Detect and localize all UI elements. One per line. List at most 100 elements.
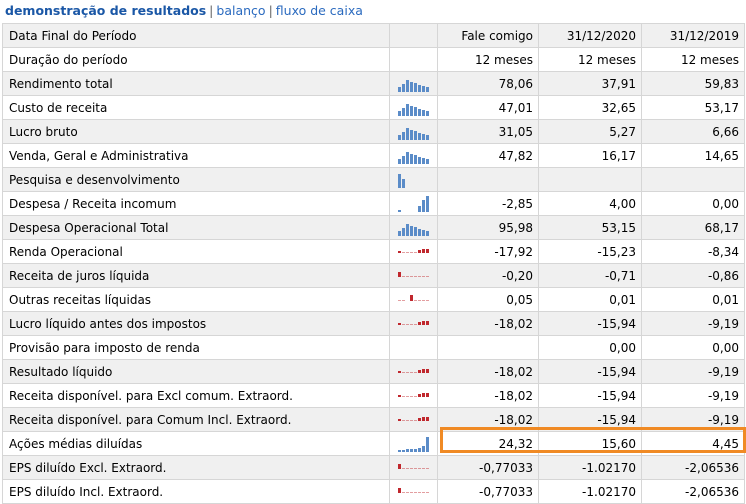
sparkline-bar <box>414 491 417 493</box>
value-cell: 12 meses <box>538 47 642 72</box>
sparkline-bar <box>410 323 413 325</box>
sparkline-bar <box>402 371 405 373</box>
column-header-current: Fale comigo <box>437 23 539 48</box>
sparkline-bar <box>418 108 421 116</box>
value-cell: 37,91 <box>538 71 642 96</box>
sparkline-chart-icon[interactable] <box>389 455 438 480</box>
tab-cash-flow[interactable]: fluxo de caixa <box>276 3 363 18</box>
table-row: Receita de juros líquida -0,20 -0,71 -0,86 <box>2 263 745 288</box>
sparkline-chart-icon[interactable] <box>389 287 438 312</box>
tab-income-statement[interactable]: demonstração de resultados <box>5 3 206 18</box>
sparkline-bar <box>398 487 401 493</box>
value-cell: -2,85 <box>437 191 539 216</box>
value-cell: 53,17 <box>641 95 745 120</box>
value-cell <box>437 167 539 192</box>
sparkline-bar <box>414 251 417 253</box>
row-label: Despesa / Receita incomum <box>2 191 390 216</box>
sparkline-bar <box>398 173 401 188</box>
table-row: Venda, Geral e Administrativa 47,82 16,17 1… <box>2 143 745 168</box>
sparkline-bar <box>414 275 417 277</box>
sparkline-chart-icon[interactable] <box>389 263 438 288</box>
tab-balance-sheet[interactable]: balanço <box>216 3 265 18</box>
sparkline-bar <box>426 248 429 253</box>
sparkline-bar <box>406 79 409 92</box>
table-row: Receita disponível. para Excl comum. Ext… <box>2 383 745 408</box>
sparkline-bar <box>418 369 421 373</box>
sparkline-chart-icon[interactable] <box>389 191 438 216</box>
row-label: EPS diluído Incl. Extraord. <box>2 479 390 504</box>
sparkline-bar <box>398 86 401 92</box>
tab-separator: | <box>268 3 273 18</box>
table-row: Custo de receita 47,01 32,65 53,17 <box>2 95 745 120</box>
sparkline-bar <box>406 448 409 452</box>
sparkline-chart-icon[interactable] <box>389 383 438 408</box>
sparkline-bar <box>426 110 429 116</box>
value-cell: 15,60 <box>538 431 642 456</box>
sparkline-chart-icon[interactable] <box>389 407 438 432</box>
value-cell: -9,19 <box>641 359 745 384</box>
header-row: Data Final do Período Fale comigo 31/12/… <box>2 23 745 48</box>
sparkline-chart-icon[interactable] <box>389 167 438 192</box>
statement-tabs: demonstração de resultados | balanço | fluxo… <box>0 0 746 22</box>
sparkline-bar <box>406 419 409 421</box>
value-cell <box>641 167 745 192</box>
sparkline-bar <box>402 275 405 277</box>
sparkline-bar <box>410 225 413 236</box>
sparkline-bar <box>418 447 421 452</box>
sparkline-bar <box>422 199 425 212</box>
value-cell: 47,82 <box>437 143 539 168</box>
sparkline-chart-icon[interactable] <box>389 335 438 360</box>
sparkline-bar <box>410 153 413 164</box>
value-cell <box>437 335 539 360</box>
sparkline-bar <box>414 154 417 164</box>
chart-column-header <box>389 23 438 48</box>
sparkline-bar <box>426 86 429 92</box>
sparkline-bar <box>422 368 425 373</box>
value-cell: -18,02 <box>437 311 539 336</box>
sparkline-bar <box>402 467 405 469</box>
period-end-header: Data Final do Período <box>2 23 390 48</box>
value-cell: 4,00 <box>538 191 642 216</box>
sparkline-bar <box>398 271 401 277</box>
value-cell: -18,02 <box>437 383 539 408</box>
sparkline-chart-icon[interactable] <box>389 479 438 504</box>
sparkline-bar <box>414 323 417 325</box>
sparkline-chart-icon[interactable] <box>389 311 438 336</box>
sparkline-bar <box>414 226 417 236</box>
sparkline-bar <box>406 371 409 373</box>
value-cell: 78,06 <box>437 71 539 96</box>
sparkline-bar <box>410 371 413 373</box>
sparkline-bar <box>418 393 421 397</box>
sparkline-chart-icon[interactable] <box>389 143 438 168</box>
value-cell: -0,71 <box>538 263 642 288</box>
sparkline-bar <box>406 103 409 116</box>
sparkline-bar <box>426 320 429 325</box>
sparkline-chart-icon[interactable] <box>389 71 438 96</box>
sparkline-chart-icon[interactable] <box>389 431 438 456</box>
sparkline-bar <box>418 321 421 325</box>
sparkline-chart-icon[interactable] <box>389 95 438 120</box>
sparkline-bar <box>410 129 413 140</box>
value-cell: -9,19 <box>641 311 745 336</box>
sparkline-bar <box>422 320 425 325</box>
sparkline-bar <box>398 158 401 164</box>
sparkline-chart-icon[interactable] <box>389 239 438 264</box>
sparkline-bar <box>414 419 417 421</box>
table-row: EPS diluído Excl. Extraord. -0,77033 -1.02… <box>2 455 745 480</box>
table-row: Pesquisa e desenvolvimento <box>2 167 745 192</box>
value-cell: -8,34 <box>641 239 745 264</box>
sparkline-bar <box>422 416 425 421</box>
sparkline-bar <box>402 419 405 421</box>
sparkline-bar <box>414 299 417 301</box>
sparkline-bar <box>410 251 413 253</box>
sparkline-bar <box>410 448 413 452</box>
sparkline-chart-icon[interactable] <box>389 215 438 240</box>
sparkline-bar <box>426 392 429 397</box>
sparkline-bar <box>410 395 413 397</box>
sparkline-chart-icon[interactable] <box>389 359 438 384</box>
sparkline-chart-icon[interactable] <box>389 47 438 72</box>
table-row: Resultado líquido -18,02 -15,94 -9,19 <box>2 359 745 384</box>
sparkline-chart-icon[interactable] <box>389 119 438 144</box>
income-statement-table: Data Final do Período Fale comigo 31/12/… <box>2 23 745 504</box>
sparkline-bar <box>418 299 421 301</box>
